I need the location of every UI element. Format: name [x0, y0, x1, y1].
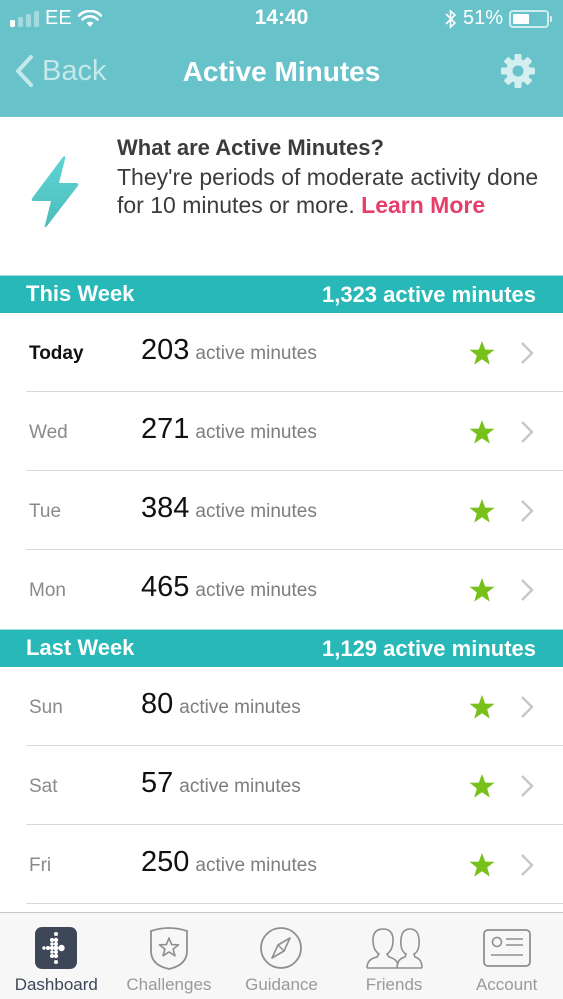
day-row-fri[interactable]: Fri 250 active minutes	[0, 825, 563, 904]
account-card-icon	[482, 929, 531, 967]
row-value: 465 active minutes	[141, 571, 317, 604]
row-unit: active minutes	[179, 776, 301, 797]
page-title: Active Minutes	[182, 56, 381, 87]
tab-challenges[interactable]: Challenges	[113, 913, 226, 999]
goal-star-icon	[469, 341, 495, 365]
chevron-right-icon	[521, 579, 534, 601]
section-label: This Week	[26, 281, 135, 306]
chevron-right-icon	[521, 500, 534, 522]
row-unit: active minutes	[179, 697, 301, 718]
bluetooth-icon	[445, 8, 457, 29]
chevron-right-icon	[521, 854, 534, 876]
row-number: 465	[141, 571, 190, 603]
tab-label: Dashboard	[14, 975, 98, 994]
tab-dashboard[interactable]: Dashboard	[0, 913, 113, 999]
day-row-wed[interactable]: Wed 271 active minutes	[0, 392, 563, 471]
row-day: Wed	[29, 422, 68, 443]
info-card: What are Active Minutes? They're periods…	[0, 117, 563, 275]
status-bar: EE 14:40 51%	[0, 0, 563, 38]
row-value: 57 active minutes	[141, 767, 301, 800]
row-day: Sat	[29, 776, 58, 797]
row-number: 250	[141, 846, 190, 878]
row-number: 57	[141, 767, 174, 799]
battery-icon	[509, 9, 552, 28]
row-number: 203	[141, 334, 190, 366]
chevron-right-icon	[521, 775, 534, 797]
tab-bar: Dashboard Challenges Guidance Friends Ac…	[0, 912, 563, 999]
tab-label: Account	[475, 975, 538, 994]
tab-guidance[interactable]: Guidance	[225, 913, 338, 999]
chevron-right-icon	[521, 696, 534, 718]
chevron-right-icon	[521, 421, 534, 443]
section-header-this-week: This Week 1,323 active minutes	[0, 275, 563, 313]
row-unit: active minutes	[195, 343, 317, 364]
section-total: 1,129 active minutes	[321, 636, 536, 661]
challenges-badge-icon	[149, 927, 188, 970]
row-value: 80 active minutes	[141, 688, 301, 721]
row-day: Today	[29, 343, 84, 364]
row-value: 250 active minutes	[141, 846, 317, 879]
info-body: They're periods of moderate activity don…	[117, 163, 543, 219]
tab-friends[interactable]: Friends	[338, 913, 451, 999]
row-value: 271 active minutes	[141, 413, 317, 446]
goal-star-icon	[469, 578, 495, 602]
day-row-sun[interactable]: Sun 80 active minutes	[0, 667, 563, 746]
row-number: 80	[141, 688, 174, 720]
row-number: 384	[141, 492, 190, 524]
row-day: Mon	[29, 580, 66, 601]
app-screen: EE 14:40 51% Back Active Minutes What ar…	[0, 0, 563, 999]
row-value: 384 active minutes	[141, 492, 317, 525]
tab-account[interactable]: Account	[450, 913, 563, 999]
dashboard-icon	[35, 927, 78, 969]
row-value: 203 active minutes	[141, 334, 317, 367]
row-unit: active minutes	[195, 501, 317, 522]
friends-icon	[366, 928, 423, 969]
row-divider	[26, 903, 563, 904]
goal-star-icon	[469, 774, 495, 798]
status-right: 51%	[445, 7, 552, 30]
row-unit: active minutes	[195, 580, 317, 601]
row-day: Sun	[29, 697, 63, 718]
row-unit: active minutes	[195, 422, 317, 443]
info-text: What are Active Minutes? They're periods…	[117, 133, 543, 219]
goal-star-icon	[469, 499, 495, 523]
compass-icon	[260, 927, 303, 969]
section-label: Last Week	[26, 635, 135, 660]
info-title: What are Active Minutes?	[117, 135, 384, 160]
learn-more-link[interactable]: Learn More	[361, 192, 485, 218]
row-day: Tue	[29, 501, 62, 522]
day-row-tue[interactable]: Tue 384 active minutes	[0, 471, 563, 550]
nav-bar: Back Active Minutes	[0, 38, 563, 117]
goal-star-icon	[469, 420, 495, 444]
battery-level-fill	[513, 13, 530, 24]
lightning-bolt-icon	[31, 156, 79, 228]
goal-star-icon	[469, 695, 495, 719]
row-unit: active minutes	[195, 855, 317, 876]
goal-star-icon	[469, 853, 495, 877]
tab-label: Guidance	[245, 975, 318, 994]
row-day: Fri	[29, 855, 52, 876]
section-header-last-week: Last Week 1,129 active minutes	[0, 629, 563, 667]
battery-percent: 51%	[462, 7, 503, 29]
top-bar: EE 14:40 51% Back Active Minutes	[0, 0, 563, 117]
day-row-sat[interactable]: Sat 57 active minutes	[0, 746, 563, 825]
tab-label: Friends	[365, 975, 423, 994]
day-row-today[interactable]: Today 203 active minutes	[0, 313, 563, 392]
section-total: 1,323 active minutes	[321, 282, 536, 307]
gear-icon[interactable]	[499, 52, 537, 90]
chevron-right-icon	[521, 342, 534, 364]
day-row-mon[interactable]: Mon 465 active minutes	[0, 550, 563, 629]
tab-label: Challenges	[126, 975, 212, 994]
row-number: 271	[141, 413, 190, 445]
